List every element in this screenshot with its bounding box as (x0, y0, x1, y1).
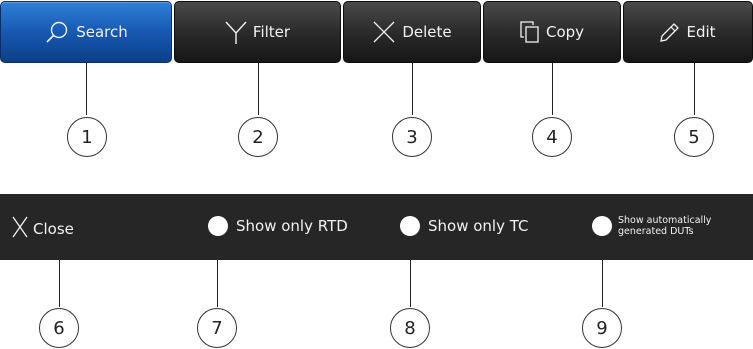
callout-1-number: 1 (81, 126, 93, 148)
show-auto-duts-label: Show automatically generated DUTs (618, 215, 711, 237)
search-button[interactable]: Search (0, 1, 172, 63)
toolbar: Search Filter Delete Copy Edit (0, 0, 753, 66)
filter-icon (225, 19, 247, 45)
show-auto-duts-label-line1: Show automatically (618, 215, 712, 226)
show-only-tc-toggle[interactable]: Show only TC (400, 216, 529, 236)
callout-7-number: 7 (211, 317, 223, 339)
show-only-rtd-radio[interactable] (208, 216, 228, 236)
callout-7: 7 (197, 308, 237, 348)
callout-5-number: 5 (688, 126, 700, 148)
callout-line-3 (412, 63, 413, 115)
close-button[interactable]: Close (12, 216, 74, 242)
callout-line-6 (59, 260, 60, 307)
callout-line-8 (410, 260, 411, 307)
filter-button[interactable]: Filter (174, 1, 341, 63)
show-auto-duts-toggle[interactable]: Show automatically generated DUTs (592, 215, 711, 237)
callout-5: 5 (674, 117, 714, 157)
copy-button[interactable]: Copy (483, 1, 621, 63)
delete-button-label: Delete (402, 23, 452, 41)
callout-2-number: 2 (252, 126, 264, 148)
edit-button-label: Edit (686, 23, 716, 41)
callout-4: 4 (532, 117, 572, 157)
callout-line-1 (86, 63, 87, 115)
show-auto-duts-label-line2: generated DUTs (618, 226, 694, 237)
callout-3-number: 3 (406, 126, 418, 148)
callout-9-number: 9 (596, 317, 608, 339)
callout-8-number: 8 (404, 317, 416, 339)
show-only-rtd-label: Show only RTD (236, 217, 348, 235)
callout-3: 3 (392, 117, 432, 157)
callout-6-number: 6 (53, 317, 65, 339)
callout-line-7 (217, 260, 218, 307)
callout-8: 8 (390, 308, 430, 348)
copy-icon (520, 21, 540, 43)
close-icon (12, 216, 28, 242)
callout-line-9 (602, 260, 603, 307)
show-only-tc-radio[interactable] (400, 216, 420, 236)
filter-options-bar: Close Show only RTD Show only TC Show au… (0, 194, 753, 260)
show-only-rtd-toggle[interactable]: Show only RTD (208, 216, 348, 236)
callout-4-number: 4 (546, 126, 558, 148)
close-button-label: Close (33, 220, 74, 238)
callout-line-4 (552, 63, 553, 115)
callout-line-2 (258, 63, 259, 115)
pencil-icon (660, 22, 680, 42)
edit-button[interactable]: Edit (623, 1, 753, 63)
delete-icon (372, 20, 396, 44)
callout-line-5 (694, 63, 695, 115)
search-button-label: Search (76, 23, 128, 41)
callout-2: 2 (238, 117, 278, 157)
callout-9: 9 (582, 308, 622, 348)
callout-1: 1 (67, 117, 107, 157)
callout-6: 6 (39, 308, 79, 348)
copy-button-label: Copy (545, 23, 585, 41)
show-auto-duts-radio[interactable] (592, 216, 612, 236)
filter-button-label: Filter (252, 23, 291, 41)
search-icon (44, 19, 70, 45)
show-only-tc-label: Show only TC (428, 217, 529, 235)
delete-button[interactable]: Delete (343, 1, 481, 63)
